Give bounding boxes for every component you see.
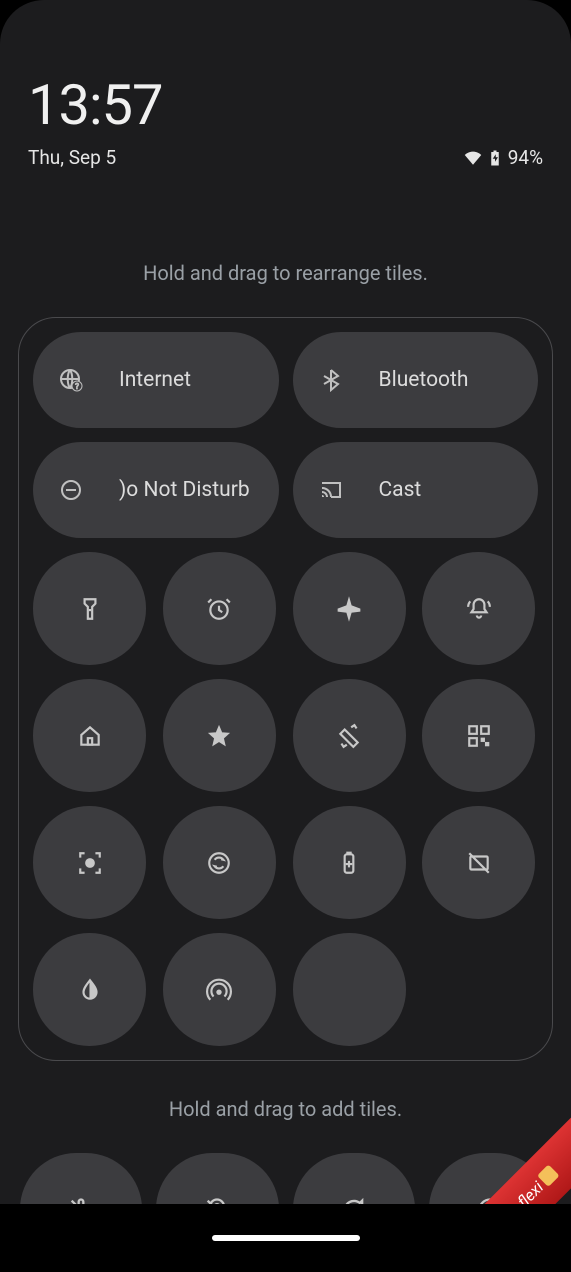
rotate-tile[interactable] — [293, 679, 406, 792]
screenshot-off-tile[interactable] — [422, 806, 535, 919]
status-icons: 94% — [464, 146, 543, 169]
dnd-label: )o Not Disturb — [119, 478, 250, 502]
cast-icon — [319, 478, 343, 502]
refresh-icon — [340, 1196, 368, 1205]
bell-ring-icon — [466, 596, 492, 622]
rotate-icon — [336, 723, 362, 749]
alarm-icon — [206, 596, 232, 622]
qr-icon — [466, 723, 492, 749]
wifi-icon — [464, 149, 482, 167]
home-icon — [77, 723, 103, 749]
status-bar: 13:57 Thu, Sep 5 94% — [0, 0, 571, 169]
focus-icon — [77, 850, 103, 876]
bluetooth-label: Bluetooth — [379, 368, 469, 392]
svg-text:?: ? — [75, 382, 79, 391]
hotspot-tile[interactable] — [163, 933, 276, 1046]
bluetooth-tile[interactable]: Bluetooth — [293, 332, 539, 428]
bluetooth-icon — [319, 368, 343, 392]
sync-icon — [206, 850, 232, 876]
active-tiles-box: ? Internet Bluetooth )o Not Disturb Cast — [18, 317, 553, 1061]
empty-tile[interactable] — [293, 933, 406, 1046]
mic-off-icon — [67, 1196, 95, 1205]
dnd-icon — [59, 478, 83, 502]
internet-tile[interactable]: ? Internet — [33, 332, 279, 428]
available-tiles — [20, 1153, 551, 1204]
star-tile[interactable] — [163, 679, 276, 792]
home-tile[interactable] — [33, 679, 146, 792]
location-off-tile[interactable] — [156, 1153, 278, 1204]
dnd-tile[interactable]: )o Not Disturb — [33, 442, 279, 538]
star-icon — [206, 723, 232, 749]
battery-saver-icon — [336, 850, 362, 876]
mic-off-tile[interactable] — [20, 1153, 142, 1204]
airplane-icon — [336, 596, 362, 622]
focus-tile[interactable] — [33, 806, 146, 919]
cup-icon — [537, 1164, 560, 1187]
battery-saver-tile[interactable] — [293, 806, 406, 919]
cast-tile[interactable]: Cast — [293, 442, 539, 538]
refresh-tile[interactable] — [293, 1153, 415, 1204]
nav-handle[interactable] — [212, 1235, 360, 1241]
add-hint: Hold and drag to add tiles. — [0, 1097, 571, 1121]
invert-tile[interactable] — [33, 933, 146, 1046]
flexi-label: flexi — [513, 1177, 547, 1204]
rearrange-hint: Hold and drag to rearrange tiles. — [0, 261, 571, 285]
bell-ring-tile[interactable] — [422, 552, 535, 665]
battery-charging-icon — [486, 149, 504, 167]
alarm-tile[interactable] — [163, 552, 276, 665]
flashlight-tile[interactable] — [33, 552, 146, 665]
location-off-icon — [203, 1196, 231, 1205]
screenshot-off-icon — [466, 850, 492, 876]
clock-time: 13:57 — [28, 72, 543, 138]
date-text: Thu, Sep 5 — [28, 146, 116, 169]
globe-question-icon: ? — [59, 368, 83, 392]
flashlight-icon — [77, 596, 103, 622]
qr-tile[interactable] — [422, 679, 535, 792]
internet-label: Internet — [119, 368, 191, 392]
cast-label: Cast — [379, 478, 422, 502]
sync-tile[interactable] — [163, 806, 276, 919]
hotspot-icon — [206, 977, 232, 1003]
navigation-bar[interactable] — [0, 1204, 571, 1272]
airplane-tile[interactable] — [293, 552, 406, 665]
battery-percent: 94% — [508, 146, 543, 169]
invert-icon — [77, 977, 103, 1003]
